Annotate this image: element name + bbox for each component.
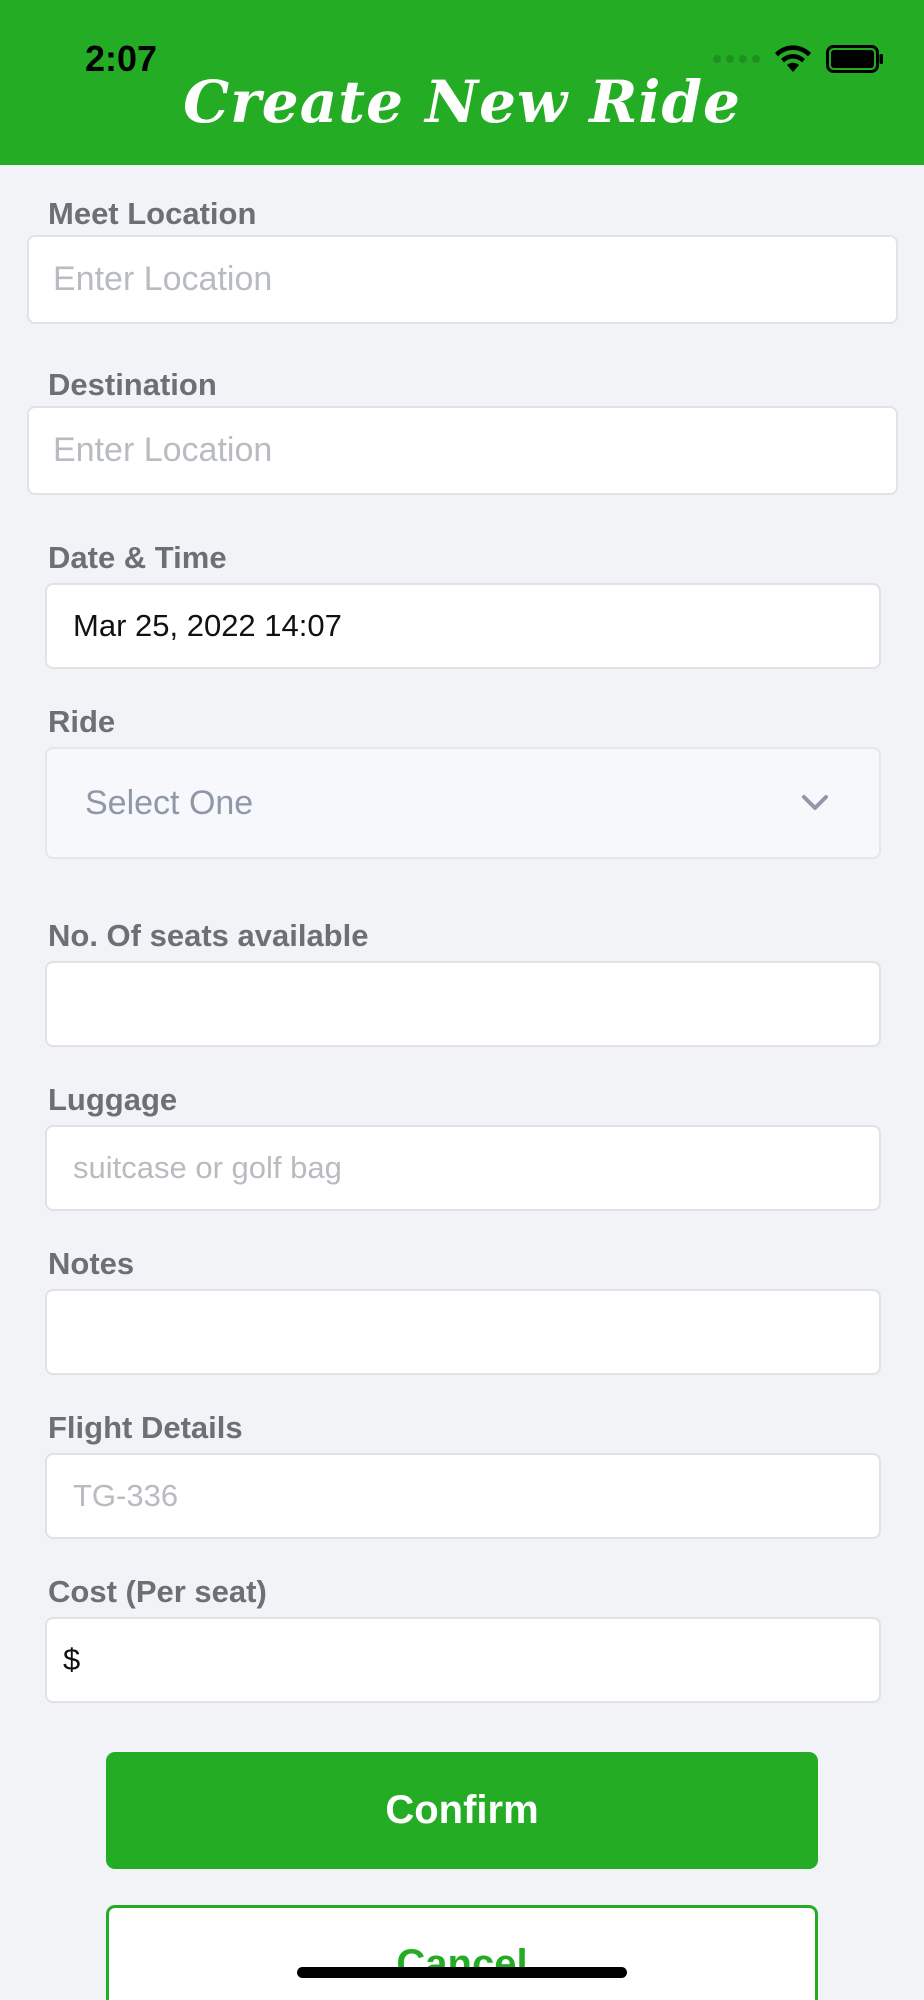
flight-details-label: Flight Details — [48, 1410, 243, 1445]
ride-select[interactable]: Select One — [45, 747, 881, 859]
cancel-button[interactable]: Cancel — [106, 1905, 818, 2000]
home-indicator[interactable] — [297, 1967, 627, 1978]
notes-label: Notes — [48, 1246, 135, 1281]
confirm-button[interactable]: Confirm — [106, 1752, 818, 1869]
chevron-down-icon — [802, 795, 828, 810]
cost-label: Cost (Per seat) — [48, 1574, 267, 1609]
luggage-label: Luggage — [48, 1082, 178, 1117]
meet-location-field[interactable] — [27, 235, 898, 324]
destination-input[interactable] — [53, 408, 896, 493]
notes-field[interactable] — [45, 1289, 881, 1375]
destination-label: Destination — [48, 367, 217, 402]
app-header: 2:07 Create New Ride — [0, 0, 924, 165]
seats-label: No. Of seats available — [48, 918, 369, 953]
date-time-field[interactable] — [45, 583, 881, 669]
cost-input[interactable] — [63, 1619, 879, 1701]
luggage-input[interactable] — [73, 1127, 879, 1209]
page-title: Create New Ride — [183, 68, 741, 136]
destination-field[interactable] — [27, 406, 898, 495]
seats-input[interactable] — [73, 963, 879, 1045]
ride-select-value: Select One — [85, 783, 254, 822]
notes-input[interactable] — [73, 1291, 879, 1373]
ride-label: Ride — [48, 704, 116, 739]
flight-details-input[interactable] — [73, 1455, 879, 1537]
meet-location-label: Meet Location — [48, 196, 257, 231]
meet-location-input[interactable] — [53, 237, 896, 322]
date-time-input[interactable] — [73, 585, 879, 667]
seats-field[interactable] — [45, 961, 881, 1047]
date-time-label: Date & Time — [48, 540, 227, 575]
cost-field[interactable] — [45, 1617, 881, 1703]
luggage-field[interactable] — [45, 1125, 881, 1211]
flight-details-field[interactable] — [45, 1453, 881, 1539]
cellular-signal-icon — [713, 55, 760, 63]
